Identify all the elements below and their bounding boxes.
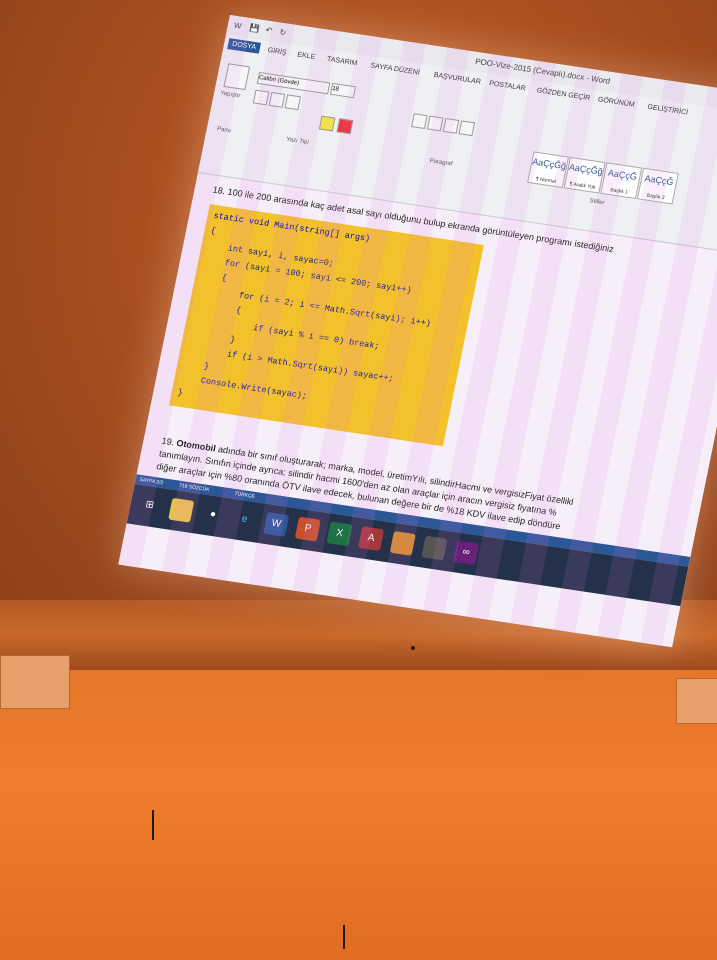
- styles-group-label: Stiller: [588, 198, 606, 207]
- internet-explorer-icon[interactable]: e: [231, 507, 257, 532]
- style-name: ¶ Aralık Yok: [568, 181, 596, 191]
- style-sample: AaÇçĞğ: [568, 161, 604, 177]
- undo-icon[interactable]: ↶: [265, 26, 273, 36]
- style-name: Başlık 1: [609, 187, 629, 196]
- style-baslik-1[interactable]: AaÇçĞ Başlık 1: [600, 162, 643, 200]
- style-sample: AaÇçĞ: [607, 167, 638, 182]
- file-explorer-icon[interactable]: [168, 497, 195, 523]
- word-icon[interactable]: W: [233, 21, 242, 31]
- style-sample: AaÇçĞ: [643, 173, 675, 188]
- paint-icon[interactable]: [389, 530, 416, 556]
- access-icon[interactable]: A: [358, 526, 385, 552]
- tab-gorunum[interactable]: GÖRÜNÜM: [597, 96, 635, 108]
- tab-sayfa-duzeni[interactable]: SAYFA DÜZENİ: [370, 62, 421, 76]
- tab-ekle[interactable]: EKLE: [297, 51, 316, 61]
- style-name: ¶ Normal: [535, 176, 557, 185]
- wall-mark: [152, 810, 154, 840]
- tab-gozden-gecir[interactable]: GÖZDEN GEÇİR: [536, 87, 591, 102]
- style-aralik-yok[interactable]: AaÇçĞğ ¶ Aralık Yok: [563, 156, 606, 194]
- justify-icon[interactable]: [458, 120, 476, 137]
- excel-icon[interactable]: X: [326, 521, 353, 547]
- powerpoint-icon[interactable]: P: [294, 516, 321, 542]
- align-left-icon[interactable]: [411, 113, 428, 130]
- paste-label: Yapıştır: [219, 90, 241, 100]
- font-group-label: Yazı Tipi: [285, 136, 310, 146]
- word-icon[interactable]: W: [263, 511, 290, 537]
- question-19-number: 19.: [160, 435, 176, 448]
- style-baslik-2[interactable]: AaÇçĞ Başlık 2: [636, 167, 679, 205]
- tab-tasarim[interactable]: TASARIM: [326, 56, 358, 67]
- tab-dosya[interactable]: DOSYA: [227, 38, 262, 54]
- paste-icon[interactable]: [223, 63, 251, 91]
- left-bracket: [0, 655, 70, 709]
- wall-lower: [0, 670, 717, 960]
- tab-gelistirici[interactable]: GELİŞTİRİCİ: [647, 104, 689, 117]
- chrome-icon[interactable]: ●: [200, 503, 226, 528]
- font-color-icon[interactable]: [336, 118, 354, 135]
- bold-icon[interactable]: [252, 89, 270, 106]
- windows-start-icon[interactable]: ⊞: [136, 493, 162, 518]
- clipboard-group-label: Pano: [216, 126, 232, 135]
- wall-mark: [343, 925, 345, 949]
- tab-basvurular[interactable]: BAŞVURULAR: [433, 72, 481, 86]
- italic-icon[interactable]: [268, 91, 286, 108]
- underline-icon[interactable]: [284, 94, 302, 111]
- align-right-icon[interactable]: [442, 117, 460, 134]
- right-bracket: [676, 678, 717, 724]
- highlight-icon[interactable]: [318, 115, 336, 132]
- terminal-icon[interactable]: [421, 535, 448, 561]
- wall-dot: [411, 646, 415, 650]
- visual-studio-icon[interactable]: ∞: [452, 540, 480, 566]
- tab-postalar[interactable]: POSTALAR: [488, 80, 526, 92]
- align-center-icon[interactable]: [426, 115, 444, 132]
- save-icon[interactable]: 💾: [249, 23, 261, 33]
- style-sample: AaÇçĞğ: [531, 156, 568, 172]
- code-block: static void Main(string[] args) { int sa…: [168, 204, 484, 447]
- redo-icon[interactable]: ↻: [279, 28, 287, 38]
- style-normal[interactable]: AaÇçĞğ ¶ Normal: [527, 151, 570, 189]
- style-name: Başlık 2: [646, 192, 666, 202]
- paragraph-group-label: Paragraf: [428, 158, 453, 168]
- tab-giris[interactable]: GİRİŞ: [267, 47, 287, 57]
- font-size-select[interactable]: 18: [329, 82, 357, 99]
